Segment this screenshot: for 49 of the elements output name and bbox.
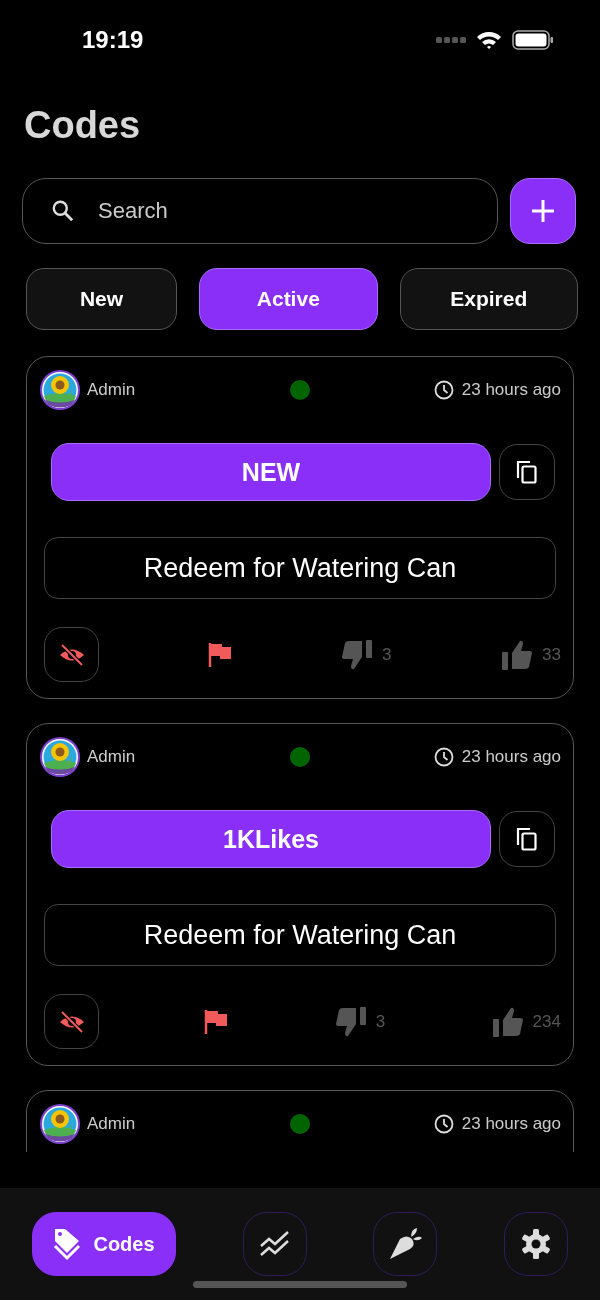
trend-lines-icon <box>258 1230 291 1258</box>
flag-icon[interactable] <box>207 641 232 668</box>
carrot-icon <box>387 1226 424 1262</box>
search-icon <box>50 198 76 224</box>
clock-icon <box>433 1114 454 1134</box>
author-name: Admin <box>87 1114 136 1134</box>
code-button[interactable]: 1KLikes <box>51 810 491 868</box>
hide-button[interactable] <box>44 994 99 1049</box>
filter-tab[interactable]: Active <box>199 268 378 330</box>
reward-description: Redeem for Watering Can <box>44 537 556 599</box>
post-time: 23 hours ago <box>461 1114 561 1134</box>
copy-button[interactable] <box>499 444 555 500</box>
thumbs-up-icon[interactable] <box>500 638 535 671</box>
hide-button[interactable] <box>44 627 99 682</box>
post-time: 23 hours ago <box>461 380 561 400</box>
like-count: 234 <box>532 1011 561 1032</box>
filter-tab[interactable]: Expired <box>399 268 578 330</box>
like-count: 33 <box>542 644 561 665</box>
post-time: 23 hours ago <box>461 747 561 767</box>
flag-icon[interactable] <box>204 1008 229 1035</box>
dislike-count: 3 <box>382 644 392 665</box>
signal-icon <box>436 37 466 43</box>
code-button[interactable]: NEW <box>51 443 491 501</box>
copy-icon <box>514 459 540 485</box>
clock-icon <box>433 380 454 400</box>
tags-icon <box>53 1227 82 1261</box>
nav-tab[interactable] <box>503 1212 568 1276</box>
copy-button[interactable] <box>499 811 555 867</box>
wifi-icon <box>476 30 502 50</box>
search-field[interactable]: Search <box>22 178 498 244</box>
thumbs-down-icon[interactable] <box>333 1005 368 1038</box>
plus-icon <box>530 198 556 224</box>
clock-icon <box>433 747 454 767</box>
author-name: Admin <box>87 747 136 767</box>
thumbs-up-icon[interactable] <box>490 1005 525 1038</box>
settings-icon <box>519 1228 552 1260</box>
author-name: Admin <box>87 380 136 400</box>
nav-tab[interactable] <box>242 1212 307 1276</box>
status-time: 19:19 <box>82 26 144 54</box>
nav-tab[interactable] <box>373 1212 438 1276</box>
copy-icon <box>514 826 540 852</box>
reward-description: Redeem for Watering Can <box>44 904 556 966</box>
dislike-count: 3 <box>375 1011 386 1032</box>
filter-tab[interactable]: New <box>26 268 178 330</box>
battery-icon <box>512 30 554 50</box>
add-button[interactable] <box>510 178 576 244</box>
page-title: Codes <box>24 103 142 148</box>
thumbs-down-icon[interactable] <box>340 638 375 671</box>
nav-tab[interactable]: Codes <box>32 1212 176 1276</box>
